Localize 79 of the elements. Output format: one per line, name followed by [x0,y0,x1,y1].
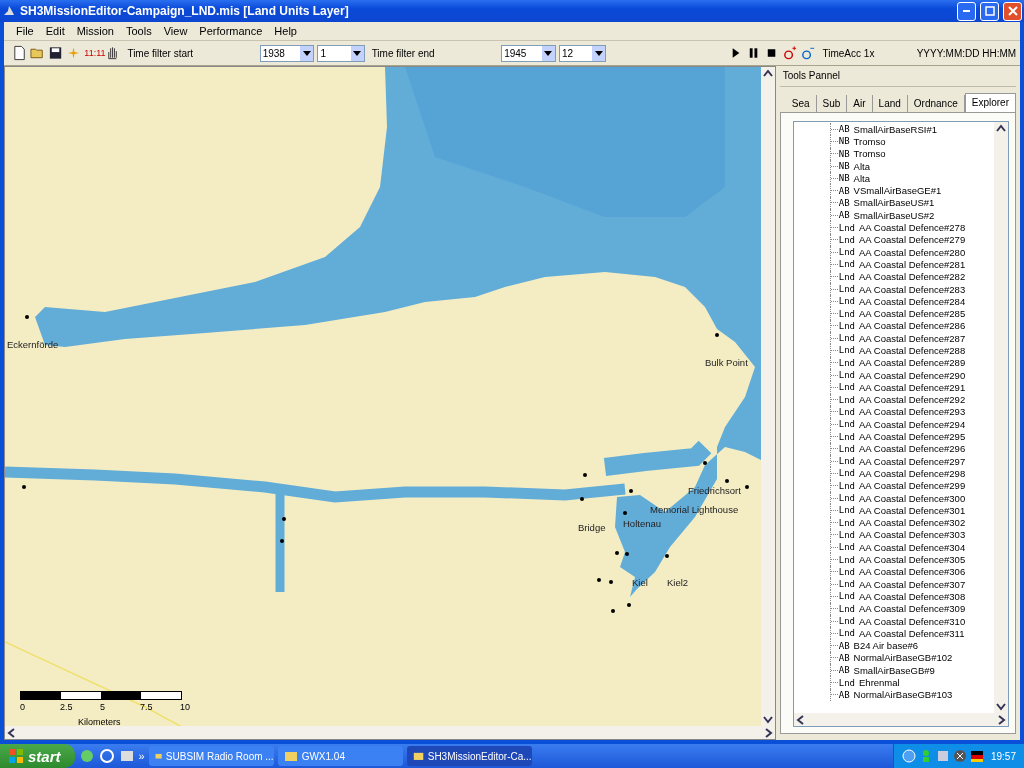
date-time-display: YYYY:MM:DD HH:MM [915,47,1018,59]
year-combo[interactable]: 1945 [501,44,556,62]
place-label: Bridge [578,522,606,533]
unit-marker[interactable] [609,580,613,584]
unit-marker[interactable] [629,489,633,493]
app-icon [283,749,298,763]
unit-marker[interactable] [580,497,584,501]
unit-marker[interactable] [623,511,627,515]
flag-icon[interactable] [969,749,984,763]
unit-marker[interactable] [665,554,669,558]
panel-title: Tools Pannel [779,70,1016,87]
unit-marker[interactable] [280,539,284,543]
scale-tick-label: 0 [20,702,25,712]
window-title: SH3MissionEditor-Campaign_LND.mis [Land Units Layer] [20,4,350,18]
unit-marker[interactable] [625,552,629,556]
app-icon [2,4,16,18]
dropdown-arrow-icon [353,50,362,56]
month-combo[interactable]: 12 [558,44,607,62]
unit-marker[interactable] [725,479,729,483]
dropdown-arrow-icon [302,50,311,56]
place-label: Eckernförde [7,339,59,350]
menu-item[interactable]: Tools [120,25,158,37]
clock: 19:57 [990,750,1016,762]
scale-tick-label: 5 [100,702,105,712]
vertical-scrollbar[interactable] [994,122,1008,713]
menu-item[interactable]: Edit [39,25,71,37]
menu-item[interactable]: File [10,25,40,37]
taskbar-button[interactable]: GWX1.04 [277,746,403,766]
scale-tick-label: 7.5 [140,702,153,712]
browser-icon[interactable] [98,748,115,764]
save-icon[interactable] [48,45,64,61]
scale-tick-label: 10 [180,702,190,712]
scale-unit-label: Kilometers [78,717,121,726]
unit-marker[interactable] [703,461,707,465]
horizontal-scrollbar[interactable] [5,726,775,739]
taskbar-button[interactable]: SUBSIM Radio Room ... [148,746,274,766]
menu-item[interactable]: Mission [70,25,120,37]
time-filter-end-label: Time filter end [370,47,436,59]
place-label: Kiel2 [667,577,689,588]
unit-marker[interactable] [583,473,587,477]
menu-item[interactable]: Performance [193,25,269,37]
place-label: Holtenau [623,518,662,529]
time-acceleration-label: TimeAcc 1x [821,47,876,59]
chevron-button[interactable]: » [138,750,145,762]
clock-button[interactable]: 11:11 [84,48,103,58]
unit-marker[interactable] [745,485,749,489]
windows-logo-icon [8,748,24,764]
unit-marker[interactable] [615,551,619,555]
scale-tick-label: 2.5 [60,702,73,712]
unit-marker[interactable] [715,333,719,337]
place-label: Bulk Point [705,357,748,368]
slow-down-icon[interactable] [800,45,816,61]
year-combo[interactable]: 1938 [259,44,315,62]
unit-marker[interactable] [282,517,286,521]
month-combo[interactable]: 1 [317,44,365,62]
time-filter-start-label: Time filter start [126,47,195,59]
dropdown-arrow-icon [544,50,553,56]
taskbar-button[interactable]: SH3MissionEditor-Ca... [406,746,532,766]
unit-marker[interactable] [611,609,615,613]
unit-marker[interactable] [22,485,26,489]
window-icon[interactable] [118,748,135,764]
quick-launch-icon[interactable] [78,748,95,764]
unit-marker[interactable] [25,315,29,319]
dropdown-arrow-icon [594,50,603,56]
close-button[interactable] [1003,1,1022,21]
minimize-button[interactable] [957,1,976,21]
tab[interactable]: Explorer [964,93,1016,112]
maximize-icon [984,6,995,16]
minimize-icon [963,10,970,12]
maximize-button[interactable] [980,1,999,21]
start-button[interactable]: start [0,744,75,768]
new-file-icon[interactable] [12,45,28,61]
speed-up-icon[interactable] [782,45,798,61]
unit-marker[interactable] [597,578,601,582]
unit-marker[interactable] [627,603,631,607]
menu-item[interactable]: Help [268,25,303,37]
horizontal-scrollbar[interactable] [793,713,1008,726]
menu-item[interactable]: View [157,25,194,37]
close-icon [1007,6,1018,16]
